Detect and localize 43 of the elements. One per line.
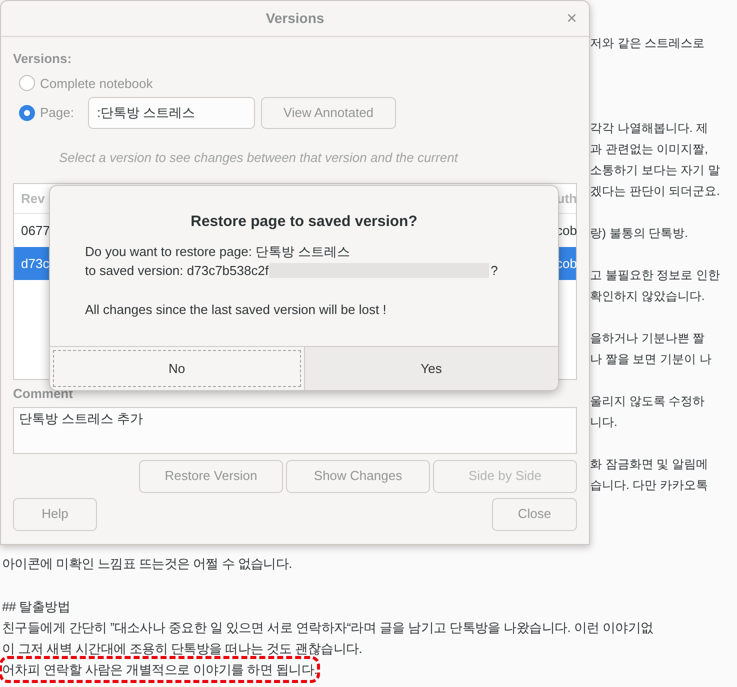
question-mark: ?: [490, 262, 498, 280]
dialog-title: Restore page to saved version?: [190, 212, 418, 232]
table-cell-text: d73c: [21, 254, 50, 273]
radio-button[interactable]: [19, 75, 35, 92]
radio-label: Page:: [40, 104, 74, 122]
column-header[interactable]: Rev: [21, 188, 45, 208]
hint-text: Select a version to see changes between that version and the current: [59, 149, 460, 167]
document-text: 니다.: [590, 414, 618, 431]
document-text: 겠다는 판단이 되더군요.: [590, 183, 720, 200]
radio-button[interactable]: [19, 105, 35, 121]
document-text: 습니다. 다만 카카오톡: [590, 477, 708, 494]
document-text: 이 그저 새벽 시간대에 조용히 단톡방을 떠나는 것도 괜찮습니다.: [2, 640, 362, 658]
document-text: 고 불필요한 정보로 인한: [590, 267, 720, 284]
close-button[interactable]: Close: [492, 498, 577, 530]
close-button[interactable]: ×: [566, 8, 577, 28]
document-text: 나 짤을 보면 기분이 나: [590, 351, 712, 368]
comment-field[interactable]: 단톡방 스트레스 추가: [13, 406, 577, 454]
heading-text: ## 탈출방법: [2, 598, 70, 616]
document-text: 어차피 연락할 사람은 개별적으로 이야기를 하면 됩니다.: [2, 659, 318, 680]
document-text: 저와 같은 스트레스로: [590, 35, 705, 52]
dialog-button[interactable]: Yes: [304, 347, 558, 390]
versions-label: Versions:: [13, 50, 72, 68]
help-button[interactable]: Help: [13, 498, 97, 530]
document-text: 확인하지 않았습니다.: [590, 288, 705, 305]
dialog-button[interactable]: No: [50, 347, 304, 390]
document-text: 화 잠금화면 및 알림메: [590, 456, 708, 473]
action-button[interactable]: Show Changes: [286, 460, 430, 492]
window-title: Versions: [266, 9, 324, 28]
document-text: 랑) 불통의 단톡방.: [590, 225, 688, 242]
document-text: 울리지 않도록 수정하: [590, 393, 705, 410]
dialog-message: to saved version: d73c7b538c2f: [85, 262, 269, 280]
document-text: 을하거나 기분나쁜 짤: [590, 330, 705, 347]
page-field[interactable]: :단톡방 스트레스: [88, 97, 255, 129]
document-text: 과 관련없는 이미지짤,: [590, 141, 708, 158]
document-text: 친구들에게 간단히 ”대소사나 중요한 일 있으면 서로 연락하자“라며 글을 남기고 단톡방을 나왔습니다. 이런 이야기없: [2, 619, 654, 637]
document-text: 소통하기 보다는 자기 말: [590, 162, 720, 179]
radio-label: Complete notebook: [40, 74, 153, 93]
dialog-message: Do you want to restore page: 단톡방 스트레스: [85, 242, 350, 260]
document-text: 아이콘에 미확인 느낌표 뜨는것은 어쩔 수 없습니다.: [2, 555, 292, 573]
action-button[interactable]: Restore Version: [139, 460, 283, 492]
view-annotated-button[interactable]: View Annotated: [260, 97, 396, 129]
document-text: 각각 나열해봅니다. 제: [590, 120, 708, 137]
warning-message: All changes since the last saved version will be lost !: [85, 300, 386, 319]
